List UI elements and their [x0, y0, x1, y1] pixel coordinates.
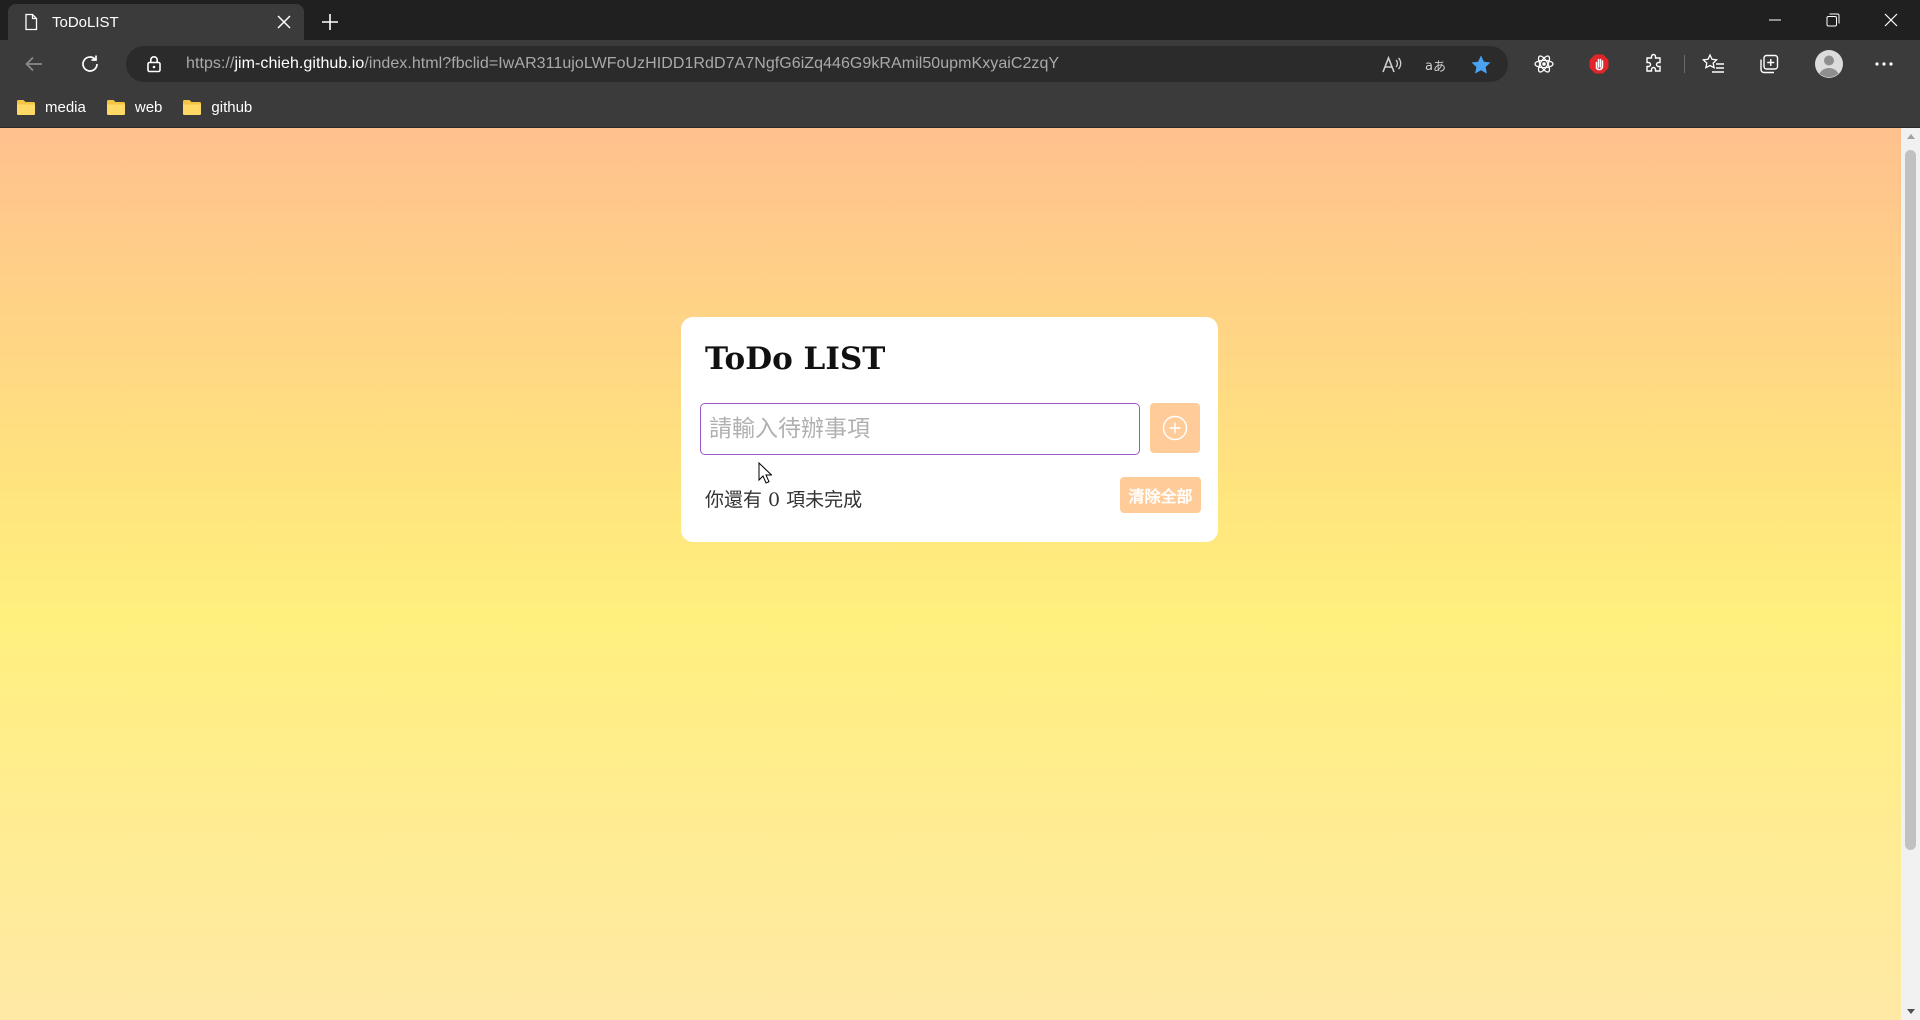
favorites-icon[interactable] [1698, 48, 1730, 80]
plus-icon[interactable] [314, 6, 346, 38]
url-text: https://jim-chieh.github.io/index.html?f… [186, 46, 1059, 82]
page-title: ToDo LIST [705, 341, 886, 377]
refresh-icon[interactable] [74, 48, 106, 80]
favorite-star-icon[interactable] [1470, 54, 1492, 76]
address-bar[interactable]: https://jim-chieh.github.io/index.html?f… [126, 46, 1508, 82]
scroll-down-arrow[interactable] [1901, 1003, 1920, 1020]
svg-text:あ: あ [1433, 60, 1446, 75]
bookmark-label: web [134, 99, 163, 116]
tab-title: ToDoLIST [52, 13, 119, 31]
page-viewport: ToDo LIST 你還有0項未完成 清除全部 [0, 128, 1920, 1020]
close-icon[interactable] [1862, 0, 1920, 40]
clear-all-button[interactable]: 清除全部 [1120, 477, 1201, 513]
remaining-prefix: 你還有 [705, 489, 763, 511]
folder-icon [106, 100, 125, 115]
extensions-icon[interactable] [1638, 48, 1670, 80]
react-devtools-icon[interactable] [1528, 48, 1560, 80]
url-path: /index.html?fbclid=IwAR311ujoLWFoUzHIDD1… [364, 55, 1060, 72]
bookmark-web[interactable]: web [106, 99, 163, 116]
add-circle-icon [1162, 415, 1188, 441]
bookmarks-bar: media web github [0, 88, 1920, 128]
folder-icon [17, 100, 35, 115]
profile-icon[interactable] [1812, 47, 1846, 81]
url-host: jim-chieh.github.io [234, 55, 365, 72]
folder-icon [183, 100, 202, 115]
restore-icon[interactable] [1804, 0, 1862, 40]
collections-icon[interactable] [1753, 48, 1785, 80]
scrollbar-thumb[interactable] [1905, 150, 1916, 850]
translate-icon[interactable]: a あ [1424, 54, 1446, 76]
tab-strip: ToDoLIST [0, 0, 1920, 40]
bookmark-github[interactable]: github [182, 99, 252, 116]
todo-input[interactable] [700, 403, 1140, 455]
svg-text:a: a [1425, 59, 1433, 74]
todo-card: ToDo LIST 你還有0項未完成 清除全部 [681, 317, 1218, 542]
url-scheme: https:// [186, 55, 235, 72]
bookmark-label: media [45, 99, 86, 116]
remaining-suffix: 項未完成 [786, 489, 863, 511]
read-aloud-icon[interactable] [1380, 54, 1402, 76]
browser-tab[interactable]: ToDoLIST [8, 4, 304, 40]
more-icon[interactable] [1868, 48, 1900, 80]
remaining-number: 0 [768, 489, 781, 511]
mouse-cursor-icon [758, 462, 772, 484]
adblock-icon[interactable] [1583, 48, 1615, 80]
toolbar-separator [1684, 55, 1685, 73]
page-icon [25, 13, 38, 31]
bookmark-media[interactable]: media [16, 99, 86, 116]
remaining-count: 你還有 0 項未完成 [705, 485, 862, 512]
back-icon[interactable] [18, 48, 50, 80]
close-icon[interactable] [268, 6, 300, 38]
scrollbar[interactable] [1901, 128, 1920, 1020]
bookmark-label: github [211, 99, 253, 116]
window-controls [1746, 0, 1920, 40]
browser-toolbar: https://jim-chieh.github.io/index.html?f… [0, 40, 1920, 88]
add-todo-button[interactable] [1150, 403, 1200, 453]
lock-icon[interactable] [146, 55, 162, 73]
minimize-icon[interactable] [1746, 0, 1804, 40]
scroll-up-arrow[interactable] [1901, 128, 1920, 145]
